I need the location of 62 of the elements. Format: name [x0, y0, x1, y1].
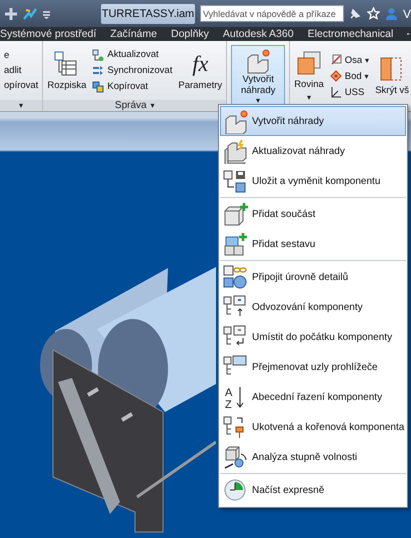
- menu-item[interactable]: Připojit úrovně detailů: [220, 262, 406, 292]
- caret-icon[interactable]: ▾: [306, 93, 311, 102]
- chain-link-icon: [223, 264, 248, 290]
- plane-icon: [296, 50, 322, 76]
- menu-item[interactable]: Přidat součást: [220, 199, 406, 229]
- ribbon-button[interactable]: adlit: [4, 65, 38, 76]
- point-icon: [330, 70, 342, 82]
- l-shapes-icon: [223, 138, 248, 164]
- menu-item[interactable]: Přejmenovat uzly prohlížeče: [220, 352, 406, 382]
- star-icon[interactable]: [366, 7, 380, 20]
- menu-item[interactable]: Analýza stupně volnosti: [220, 442, 406, 472]
- menu-item[interactable]: Ukotvená a kořenová komponenta: [220, 412, 406, 442]
- replace-icon: [223, 168, 248, 194]
- ribbon-button[interactable]: Bod ▾: [330, 70, 370, 82]
- caret-icon[interactable]: ▾: [19, 101, 24, 110]
- window-title: TURRETASSY.iam: [101, 4, 195, 24]
- menu-item[interactable]: Odvozování komponenty: [220, 292, 406, 322]
- ribbon-button[interactable]: e: [4, 50, 38, 61]
- axis-icon: [330, 54, 342, 66]
- update-icon: [92, 48, 104, 60]
- l-shape-icon: [223, 108, 248, 134]
- l-shape-icon: [245, 48, 272, 74]
- plus-icon[interactable]: [4, 6, 18, 20]
- menu-item[interactable]: Aktualizovat náhrady: [220, 136, 406, 166]
- ribbon-button[interactable]: Skrýt vš: [375, 56, 409, 96]
- cube-rotate-icon: [223, 444, 248, 470]
- sync-icon: [92, 64, 104, 76]
- function-symbol: fx: [192, 50, 208, 76]
- ribbon-button[interactable]: fx Parametry: [178, 50, 222, 90]
- menu-item[interactable]: Uložit a vyměnit komponentu: [220, 166, 406, 196]
- ribbon-tab[interactable]: Doplňky: [170, 28, 217, 40]
- ribbon-button[interactable]: Rozpiska: [47, 50, 86, 90]
- ribbon-button[interactable]: Kopírovat: [92, 80, 172, 92]
- copy-icon: [92, 80, 104, 92]
- caret-icon[interactable]: ▾: [150, 101, 155, 110]
- menu-item[interactable]: Vytvořit náhrady: [220, 106, 406, 136]
- ribbon-tab[interactable]: Začínáme: [110, 28, 165, 40]
- ribbon-tab[interactable]: Electromechanical: [308, 28, 402, 40]
- ribbon-tab[interactable]: Autodesk A360: [222, 28, 302, 40]
- caret-icon[interactable]: ▾: [365, 56, 370, 64]
- user-name[interactable]: V: [402, 6, 411, 20]
- menu-item[interactable]: Umístit do počátku komponenty: [220, 322, 406, 352]
- ribbon-button[interactable]: Rovina ▾: [294, 50, 324, 102]
- ribbon-button[interactable]: opírovat: [4, 80, 38, 91]
- ribbon-button[interactable]: USS: [330, 86, 370, 98]
- box-plus-icon: [223, 202, 248, 226]
- menu-icon[interactable]: [42, 8, 51, 18]
- search-field[interactable]: Vyhledávat v nápovědě a příkaze: [200, 5, 344, 22]
- ribbon-button[interactable]: Synchronizovat: [92, 64, 172, 76]
- caret-icon[interactable]: ▾: [256, 96, 260, 104]
- satellite-icon[interactable]: [348, 7, 362, 20]
- boxes-plus-icon: [223, 232, 248, 256]
- ribbon-button[interactable]: Aktualizovat: [92, 48, 172, 60]
- ribbon-button[interactable]: Osa ▾: [330, 54, 370, 66]
- panel-title[interactable]: Správa: [114, 100, 147, 111]
- caret-icon[interactable]: ▾: [364, 72, 369, 80]
- ribbon-tab[interactable]: Systémové prostředí: [0, 28, 104, 40]
- coordinate-axes-icon: [330, 86, 342, 98]
- clock-icon: [223, 478, 248, 502]
- menu-item[interactable]: Přidat sestavu: [220, 229, 406, 259]
- menu-item[interactable]: Načíst expresně: [220, 475, 406, 505]
- menu-item[interactable]: A Z Abecední řazení komponenty: [220, 382, 406, 412]
